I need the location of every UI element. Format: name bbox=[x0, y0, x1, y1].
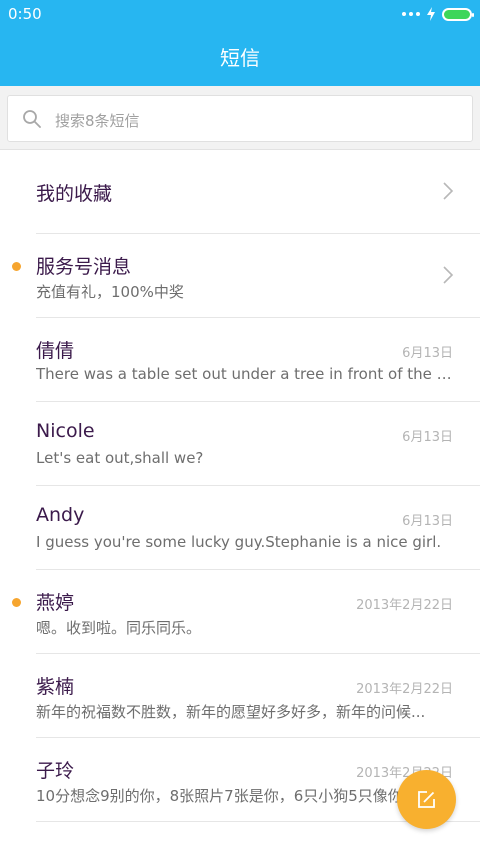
conversation-name: Nicole bbox=[36, 420, 95, 442]
search-area: 搜索8条短信 bbox=[0, 86, 480, 150]
favorites-row[interactable]: 我的收藏 bbox=[36, 150, 480, 234]
conversation-date: 6月13日 bbox=[402, 346, 453, 361]
compose-icon bbox=[418, 791, 435, 808]
unread-dot bbox=[12, 262, 21, 271]
conversation-row[interactable]: Andy 6月13日 I guess you're some lucky guy… bbox=[36, 486, 480, 570]
chevron-right-icon bbox=[443, 182, 454, 200]
status-time: 0:50 bbox=[8, 5, 42, 23]
chevron-right-icon bbox=[443, 266, 454, 284]
conversation-name: 紫楠 bbox=[36, 676, 75, 698]
conversation-name: 子玲 bbox=[36, 760, 75, 782]
conversation-preview: There was a table set out under a tree i… bbox=[36, 365, 454, 383]
status-icons bbox=[402, 6, 474, 22]
conversation-preview: Let's eat out,shall we? bbox=[36, 449, 204, 467]
conversation-row[interactable]: 燕婷 2013年2月22日 嗯。收到啦。同乐同乐。 bbox=[12, 570, 480, 654]
conversation-preview: 10分想念9别的你，8张照片7张是你，6只小狗5只像你... bbox=[36, 787, 418, 805]
conversation-preview: I guess you're some lucky guy.Stephanie … bbox=[36, 533, 442, 551]
screen: 0:50 短信 搜索8条短信 我的收藏 服务号消息 充值有礼，100%中奖 倩倩… bbox=[0, 0, 480, 853]
conversation-row[interactable]: Nicole 6月13日 Let's eat out,shall we? bbox=[36, 402, 480, 486]
battery-icon bbox=[442, 7, 474, 21]
conversation-name: 燕婷 bbox=[36, 592, 75, 614]
conversation-date: 2013年2月22日 bbox=[356, 598, 453, 613]
page-title: 短信 bbox=[220, 46, 260, 70]
charging-bolt-icon bbox=[427, 7, 435, 21]
conversation-name: 服务号消息 bbox=[36, 256, 132, 278]
conversation-preview: 新年的祝福数不胜数，新年的愿望好多好多，新年的问候... bbox=[36, 703, 426, 721]
conversation-row[interactable]: 倩倩 6月13日 There was a table set out under… bbox=[36, 318, 480, 402]
signal-dots-icon bbox=[402, 12, 420, 16]
conversation-date: 2013年2月22日 bbox=[356, 682, 453, 697]
search-icon bbox=[23, 110, 41, 128]
conversation-name: Andy bbox=[36, 504, 85, 526]
unread-dot bbox=[12, 598, 21, 607]
conversation-name: 我的收藏 bbox=[36, 183, 113, 205]
service-messages-row[interactable]: 服务号消息 充值有礼，100%中奖 bbox=[12, 234, 480, 318]
search-input[interactable]: 搜索8条短信 bbox=[7, 95, 473, 142]
conversation-name: 倩倩 bbox=[36, 340, 75, 362]
conversation-date: 6月13日 bbox=[402, 514, 453, 529]
conversation-preview: 充值有礼，100%中奖 bbox=[36, 283, 184, 301]
app-header: 0:50 短信 bbox=[0, 0, 480, 86]
conversation-list: 我的收藏 服务号消息 充值有礼，100%中奖 倩倩 6月13日 There wa… bbox=[0, 150, 480, 822]
search-placeholder: 搜索8条短信 bbox=[55, 112, 140, 130]
conversation-date: 6月13日 bbox=[402, 430, 453, 445]
compose-button[interactable] bbox=[397, 770, 456, 829]
conversation-row[interactable]: 紫楠 2013年2月22日 新年的祝福数不胜数，新年的愿望好多好多，新年的问候.… bbox=[36, 654, 480, 738]
conversation-preview: 嗯。收到啦。同乐同乐。 bbox=[36, 619, 202, 637]
